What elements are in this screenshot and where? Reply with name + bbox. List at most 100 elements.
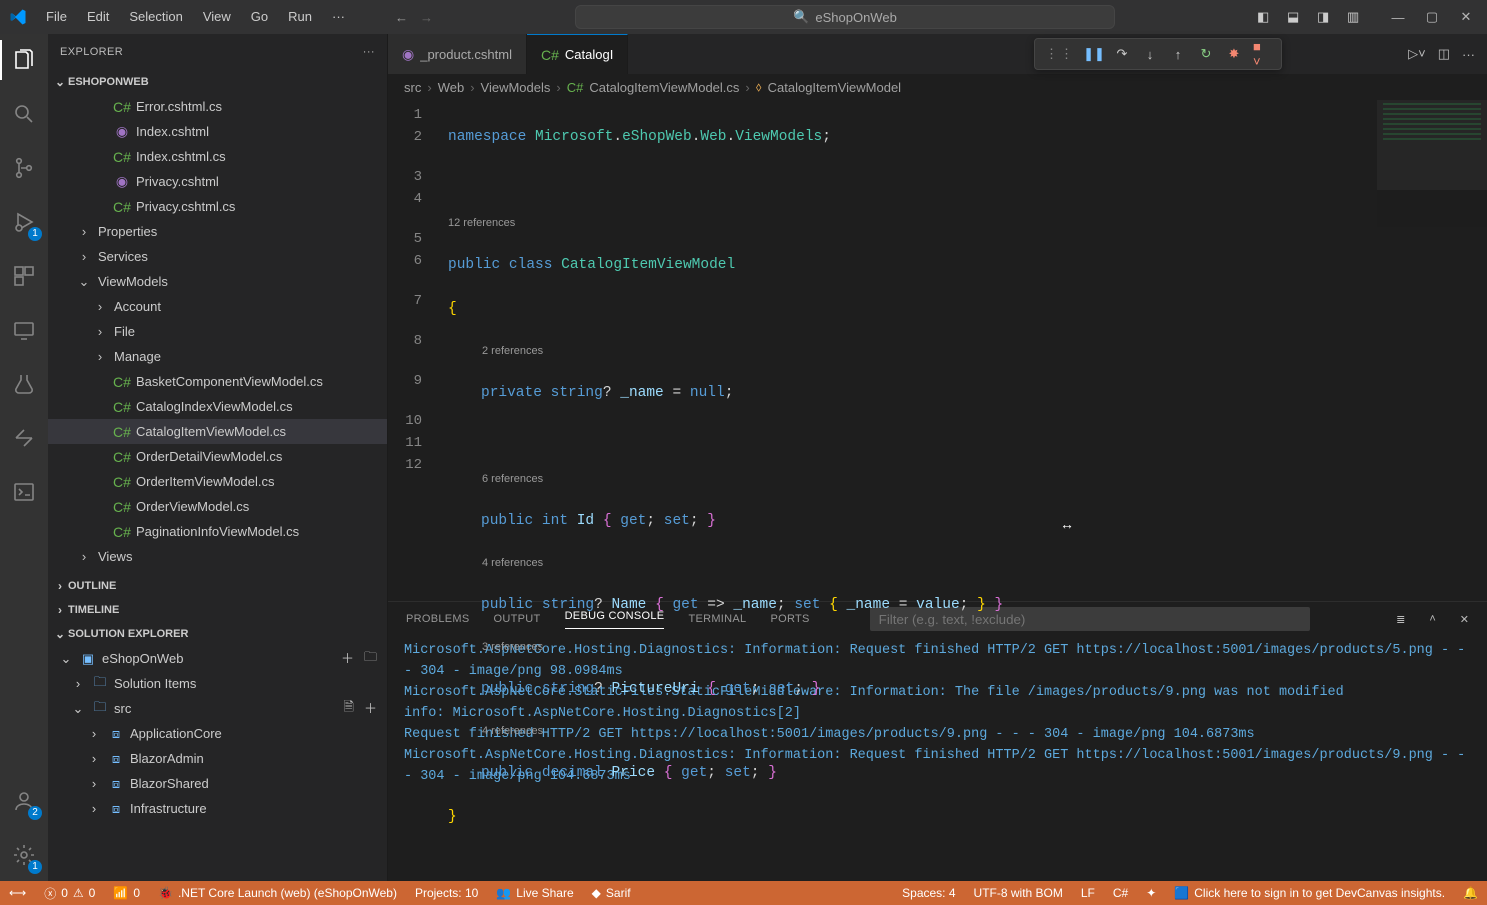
menu-edit[interactable]: Edit	[77, 0, 119, 34]
split-editor-icon[interactable]: ◫	[1438, 46, 1450, 62]
drag-grip-icon[interactable]: ⋮⋮	[1045, 46, 1075, 62]
tree-row[interactable]: ›Views	[48, 544, 387, 569]
file-tree: C#Error.cshtml.cs◉Index.cshtmlC#Index.cs…	[48, 94, 387, 574]
new-folder-icon[interactable]: 🗀	[364, 648, 377, 670]
tree-row[interactable]: ◉Privacy.cshtml	[48, 169, 387, 194]
more-icon[interactable]: ···	[1462, 47, 1475, 62]
outline-header[interactable]: › OUTLINE	[48, 574, 387, 598]
menu-selection[interactable]: Selection	[119, 0, 192, 34]
tree-row[interactable]: ›File	[48, 319, 387, 344]
more-icon[interactable]: ···	[363, 46, 375, 58]
breadcrumb-item[interactable]: Web	[438, 80, 465, 95]
tree-row[interactable]: C#OrderDetailViewModel.cs	[48, 444, 387, 469]
layout-panel-icon[interactable]: ⬓	[1287, 9, 1315, 25]
minimap[interactable]	[1377, 100, 1487, 360]
codelens[interactable]: 2 references	[448, 342, 1487, 360]
nav-forward-icon[interactable]: →	[420, 10, 433, 25]
menu-file[interactable]: File	[36, 0, 77, 34]
menu-overflow[interactable]: ···	[322, 0, 355, 34]
add-file-icon[interactable]: ＋	[341, 648, 354, 670]
tree-row[interactable]: C#OrderViewModel.cs	[48, 494, 387, 519]
activity-accounts[interactable]: 2	[0, 785, 48, 817]
breadcrumb-item[interactable]: CatalogItemViewModel.cs	[589, 80, 739, 95]
solution-item[interactable]: ›🗀Solution Items	[48, 671, 387, 696]
timeline-header[interactable]: › TIMELINE	[48, 598, 387, 622]
solution-item[interactable]: ›⧈BlazorShared	[48, 771, 387, 796]
step-into-icon[interactable]: ↓	[1141, 47, 1159, 62]
tree-row[interactable]: C#OrderItemViewModel.cs	[48, 469, 387, 494]
tree-row[interactable]: C#Index.cshtml.cs	[48, 144, 387, 169]
activity-settings[interactable]: 1	[0, 839, 48, 871]
layout-sidebar-left-icon[interactable]: ◧	[1257, 9, 1285, 25]
status-debug-target[interactable]: 🐞.NET Core Launch (web) (eShopOnWeb)	[149, 881, 406, 905]
window-minimize-icon[interactable]: —	[1383, 0, 1413, 34]
step-out-icon[interactable]: ↑	[1169, 47, 1187, 62]
stop-icon[interactable]: ■ ˅	[1253, 39, 1271, 69]
solution-root[interactable]: ⌄ ▣ eShopOnWeb ＋🗀	[48, 646, 387, 671]
breadcrumb-item[interactable]: ViewModels	[481, 80, 551, 95]
solution-explorer-header[interactable]: ⌄ SOLUTION EXPLORER	[48, 622, 387, 646]
tab-product-cshtml[interactable]: ◉ _product.cshtml	[388, 34, 527, 74]
tree-row[interactable]: ›Services	[48, 244, 387, 269]
tree-row[interactable]: ›Properties	[48, 219, 387, 244]
codelens[interactable]: 12 references	[448, 214, 1487, 232]
tree-row[interactable]: C#Privacy.cshtml.cs	[48, 194, 387, 219]
nav-back-icon[interactable]: ←	[395, 10, 408, 25]
tree-row[interactable]: ›Account	[48, 294, 387, 319]
step-over-icon[interactable]: ↷	[1113, 46, 1131, 62]
run-config-icon[interactable]: ▷˅	[1408, 46, 1426, 62]
code-content[interactable]: namespace Microsoft.eShopWeb.Web.ViewMod…	[436, 100, 1487, 601]
activity-extensions[interactable]	[0, 260, 48, 292]
activity-explorer[interactable]	[0, 44, 48, 76]
window-close-icon[interactable]: ✕	[1451, 0, 1481, 34]
codelens[interactable]: 3 references	[448, 638, 1487, 656]
debug-console-prompt-icon[interactable]: ›	[404, 878, 414, 881]
menu-run[interactable]: Run	[278, 0, 322, 34]
debug-toolbar[interactable]: ⋮⋮ ❚❚ ↷ ↓ ↑ ↻ ✸ ■ ˅	[1034, 38, 1282, 70]
activity-run-debug[interactable]: 1	[0, 206, 48, 238]
solution-item[interactable]: ›⧈BlazorAdmin	[48, 746, 387, 771]
activity-testing[interactable]	[0, 368, 48, 400]
codelens[interactable]: 4 references	[448, 554, 1487, 572]
sidebar-title-label: EXPLORER	[60, 46, 123, 58]
tree-row[interactable]: ⌄ViewModels	[48, 269, 387, 294]
activity-liveshare[interactable]	[0, 422, 48, 454]
activity-source-control[interactable]	[0, 152, 48, 184]
tree-row[interactable]: ›Manage	[48, 344, 387, 369]
tree-row[interactable]: C#Error.cshtml.cs	[48, 94, 387, 119]
codelens[interactable]: 4 references	[448, 722, 1487, 740]
tree-row[interactable]: C#PaginationInfoViewModel.cs	[48, 519, 387, 544]
activity-search[interactable]	[0, 98, 48, 130]
command-center[interactable]: 🔍 eShopOnWeb	[575, 5, 1115, 29]
menu-view[interactable]: View	[193, 0, 241, 34]
tree-row-label: PaginationInfoViewModel.cs	[136, 524, 299, 539]
tree-row[interactable]: C#CatalogIndexViewModel.cs	[48, 394, 387, 419]
status-errors[interactable]: ⓧ0 ⚠0	[35, 881, 104, 905]
codelens[interactable]: 6 references	[448, 470, 1487, 488]
workspace-header[interactable]: ⌄ ESHOPONWEB	[48, 70, 387, 94]
layout-customize-icon[interactable]: ▥	[1347, 9, 1375, 25]
menu-go[interactable]: Go	[241, 0, 278, 34]
status-ports[interactable]: 📶0	[104, 881, 149, 905]
new-file-icon[interactable]: 🗎	[344, 698, 354, 720]
activity-remote[interactable]	[0, 314, 48, 346]
window-maximize-icon[interactable]: ▢	[1417, 0, 1447, 34]
activity-terminal[interactable]	[0, 476, 48, 508]
breadcrumb-item[interactable]: CatalogItemViewModel	[768, 80, 901, 95]
restart-icon[interactable]: ↻	[1197, 46, 1215, 62]
pause-icon[interactable]: ❚❚	[1085, 46, 1103, 62]
tab-catalogitemviewmodel[interactable]: C# CatalogI	[527, 34, 628, 74]
add-icon[interactable]: ＋	[364, 698, 377, 720]
tree-row[interactable]: C#CatalogItemViewModel.cs	[48, 419, 387, 444]
solution-item[interactable]: ›⧈Infrastructure	[48, 796, 387, 821]
hot-reload-icon[interactable]: ✸	[1225, 46, 1243, 62]
tree-row[interactable]: C#BasketComponentViewModel.cs	[48, 369, 387, 394]
solution-item[interactable]: ›⧈ApplicationCore	[48, 721, 387, 746]
tree-row[interactable]: ◉Index.cshtml	[48, 119, 387, 144]
solution-item[interactable]: ⌄🗀src🗎＋	[48, 696, 387, 721]
breadcrumbs[interactable]: src› Web› ViewModels› C# CatalogItemView…	[388, 74, 1487, 100]
layout-sidebar-right-icon[interactable]: ◨	[1317, 9, 1345, 25]
text-editor[interactable]: 1 2 3 4 5 6 7 8 9	[388, 100, 1487, 601]
status-remote[interactable]: ⟷	[0, 881, 35, 905]
breadcrumb-item[interactable]: src	[404, 80, 421, 95]
